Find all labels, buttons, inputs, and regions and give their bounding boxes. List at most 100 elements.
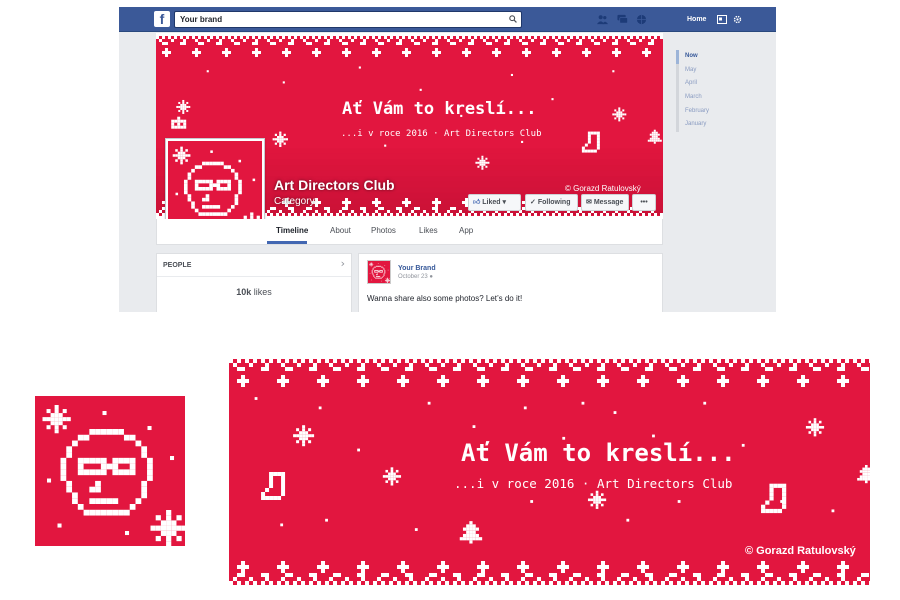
border-motif	[717, 561, 729, 573]
border-motif	[432, 48, 441, 57]
messages-icon[interactable]	[617, 14, 628, 25]
border-motif	[837, 561, 849, 573]
christmas-tree-icon	[647, 129, 662, 144]
border-motif	[357, 375, 369, 387]
chevron-down-icon: ▾	[502, 199, 507, 206]
pages-icon[interactable]	[717, 15, 727, 24]
likes-label: likes	[253, 287, 272, 297]
liked-button[interactable]: 👍︎ Liked ▾	[468, 194, 521, 211]
following-button[interactable]: ✓ Following	[525, 194, 578, 211]
snowflake-icon	[382, 467, 402, 486]
chevron-right-icon[interactable]: ›	[341, 258, 345, 270]
snowflake-icon	[176, 99, 191, 114]
knit-border-top	[156, 33, 663, 57]
likes-summary[interactable]: 10k likes	[157, 287, 351, 298]
border-motif	[397, 375, 409, 387]
cover-credit: © Gorazd Ratulovský	[745, 545, 856, 557]
cover-headline: Ať Vám to kreslí...	[461, 439, 736, 467]
border-motif	[757, 375, 769, 387]
border-motif	[237, 561, 249, 573]
border-motif	[552, 48, 561, 57]
settings-icon[interactable]	[733, 15, 742, 24]
page-title[interactable]: Art Directors Club	[274, 177, 395, 193]
tab-about[interactable]: About	[330, 225, 351, 237]
tab-timeline[interactable]: Timeline	[276, 225, 308, 237]
border-motif	[612, 48, 621, 57]
friends-icon[interactable]	[597, 14, 608, 25]
globe-icon[interactable]	[636, 14, 647, 25]
people-header[interactable]: PEOPLE	[163, 261, 191, 270]
border-motif	[252, 48, 261, 57]
page-tab-bar: Timeline About Photos Likes App	[156, 219, 663, 245]
stocking-icon	[761, 483, 787, 514]
people-box: PEOPLE › 10k likes	[156, 253, 352, 312]
search-icon[interactable]	[509, 15, 517, 23]
border-motif	[557, 561, 569, 573]
border-motif	[342, 48, 351, 57]
border-motif	[517, 375, 529, 387]
tab-likes[interactable]: Likes	[419, 225, 438, 237]
more-options-button[interactable]: •••	[632, 194, 656, 211]
cover-artwork-preview: Ať Vám to kreslí... ...i v roce 2016 · A…	[229, 355, 870, 589]
facebook-logo[interactable]: f	[154, 11, 170, 27]
year-item-january[interactable]: January	[676, 118, 746, 133]
border-motif	[437, 561, 449, 573]
border-motif	[277, 561, 289, 573]
active-tab-indicator	[267, 241, 307, 244]
border-motif	[637, 561, 649, 573]
cover-subline: ...i v roce 2016 · Art Directors Club	[454, 476, 733, 491]
border-motif	[237, 375, 249, 387]
border-motif	[477, 375, 489, 387]
border-motif	[492, 48, 501, 57]
gift-icon	[171, 116, 187, 129]
snowflake-icon	[587, 490, 607, 509]
border-motif	[192, 48, 201, 57]
post-author[interactable]: Your Brand	[398, 264, 436, 273]
knit-border-top	[229, 355, 870, 387]
cover-subline: ...i v roce 2016 · Art Directors Club	[341, 129, 542, 139]
post-text: Wanna share also some photos? Let’s do i…	[367, 294, 523, 303]
border-motif	[477, 561, 489, 573]
timeline-years-nav: Now May April March February January	[676, 50, 746, 133]
avatar-artwork	[368, 261, 391, 284]
message-button[interactable]: ✉ Message	[581, 194, 629, 211]
post-date[interactable]: October 23 ●	[398, 273, 433, 281]
border-motif	[277, 375, 289, 387]
snowflake-icon	[612, 107, 627, 122]
border-motif	[372, 48, 381, 57]
stocking-icon	[261, 472, 286, 500]
year-item-april[interactable]: April	[676, 77, 746, 92]
year-item-march[interactable]: March	[676, 91, 746, 105]
message-icon: ✉	[586, 199, 592, 206]
avatar[interactable]	[367, 260, 391, 284]
knit-border-bottom	[229, 561, 870, 589]
divider	[157, 276, 351, 277]
border-motif	[222, 48, 231, 57]
border-motif	[522, 48, 531, 57]
page-category[interactable]: Category	[274, 196, 315, 208]
search-input[interactable]: Your brand	[174, 11, 522, 28]
likes-count: 10k	[236, 287, 252, 297]
year-item-february[interactable]: February	[676, 104, 746, 119]
search-value: Your brand	[180, 15, 223, 24]
border-motif	[357, 561, 369, 573]
cover-headline: Ať Vám to kreslí...	[342, 99, 537, 119]
snowflake-icon	[475, 155, 490, 170]
border-motif	[462, 48, 471, 57]
border-motif	[517, 561, 529, 573]
tab-app[interactable]: App	[459, 225, 473, 237]
following-label: Following	[537, 199, 571, 206]
christmas-tree-icon	[857, 464, 870, 484]
border-motif	[597, 375, 609, 387]
globe-icon: ●	[429, 274, 433, 280]
border-motif	[837, 375, 849, 387]
liked-label: Liked	[482, 199, 501, 206]
tab-photos[interactable]: Photos	[371, 225, 396, 237]
border-motif	[642, 48, 651, 57]
snowflake-icon	[42, 405, 71, 434]
year-item-may[interactable]: May	[676, 63, 746, 78]
snowflake-icon	[805, 418, 825, 437]
message-label: Message	[593, 199, 624, 206]
home-link[interactable]: Home	[687, 15, 706, 24]
year-item-now[interactable]: Now	[676, 50, 746, 64]
